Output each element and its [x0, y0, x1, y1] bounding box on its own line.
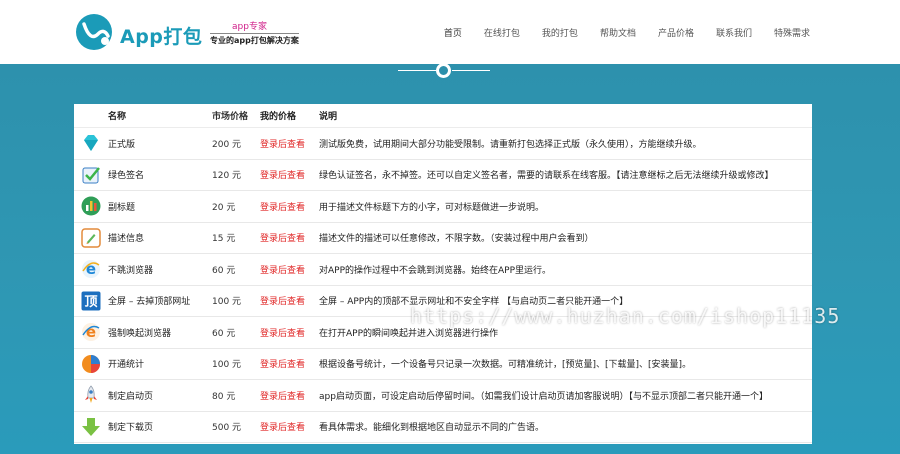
browser-launch-icon: e [82, 323, 100, 342]
row-name: 全屏 – 去掉顶部网址 [108, 297, 191, 308]
checkmark-icon [82, 166, 100, 184]
row-name: 制定下载页 [108, 423, 154, 434]
row-name: 绿色签名 [108, 171, 145, 182]
nav-home[interactable]: 首页 [444, 26, 462, 39]
row-price: 60 元 [212, 328, 236, 339]
svg-text:e: e [86, 323, 96, 341]
nav-special[interactable]: 特殊需求 [774, 26, 810, 39]
login-to-view-link[interactable]: 登录后查看 [260, 357, 319, 370]
row-description: 测试版免费，试用期间大部分功能受限制。请重新打包选择正式版（永久使用），方能继续… [319, 139, 702, 150]
main-nav: 首页 在线打包 我的打包 帮助文档 产品价格 联系我们 特殊需求 [422, 26, 810, 39]
row-description: 描述文件的描述可以任意修改，不限字数。（安装过程中用户会看到） [319, 234, 594, 245]
login-to-view-link[interactable]: 登录后查看 [260, 389, 319, 402]
table-header: 名称 市场价格 我的价格 说明 [74, 104, 812, 128]
pencil-icon [81, 228, 101, 248]
login-to-view-link[interactable]: 登录后查看 [260, 200, 319, 213]
table-row: 制定启动页 80 元 登录后查看 app启动页面，可设定启动后停留时间。（如需我… [74, 380, 812, 412]
chart-icon [81, 196, 101, 216]
nav-pricing[interactable]: 产品价格 [658, 26, 694, 39]
pricing-table: 名称 市场价格 我的价格 说明 正式版 200 元 登录后查看 测试版免费，试用… [74, 104, 812, 444]
login-to-view-link[interactable]: 登录后查看 [260, 168, 319, 181]
row-price: 60 元 [212, 265, 236, 276]
table-row: 描述信息 15 元 登录后查看 描述文件的描述可以任意修改，不限字数。（安装过程… [74, 223, 812, 254]
header-name: 名称 [108, 112, 127, 122]
row-price: 100 元 [212, 297, 242, 308]
table-row: 正式版 200 元 登录后查看 测试版免费，试用期间大部分功能受限制。请重新打包… [74, 128, 812, 160]
row-name: 强制唤起浏览器 [108, 328, 172, 339]
table-row: 制定下载页 500 元 登录后查看 看具体需求。能细化到根据地区自动显示不同的广… [74, 412, 812, 443]
row-description: 根据设备号统计，一个设备号只记录一次数据。可精准统计，[预览量]、[下载量]、[… [319, 360, 692, 371]
row-price: 80 元 [212, 391, 236, 402]
row-description: 绿色认证签名，永不掉签。还可以自定义签名者，需要的请联系在线客服。【请注意继标之… [319, 171, 774, 182]
title-circle-icon [436, 63, 451, 78]
download-arrow-icon [82, 417, 100, 436]
tagline-top: app专家 [232, 22, 267, 32]
title-divider-right [452, 70, 490, 71]
row-price: 20 元 [212, 202, 236, 213]
svg-text:顶: 顶 [84, 295, 97, 310]
nav-contact[interactable]: 联系我们 [716, 26, 752, 39]
row-price: 500 元 [212, 423, 242, 434]
row-name: 不跳浏览器 [108, 265, 154, 276]
row-name: 正式版 [108, 139, 136, 150]
nav-online-pack[interactable]: 在线打包 [484, 26, 520, 39]
top-badge-icon: 顶 [81, 291, 101, 311]
row-name: 描述信息 [108, 234, 145, 245]
watermark: https://www.huzhan.com/ishop11135 [410, 304, 841, 328]
row-description: app启动页面，可设定启动后停留时间。（如需我们设计启动页请加客服说明）【与不显… [319, 391, 768, 402]
row-description: 看具体需求。能细化到根据地区自动显示不同的广告语。 [319, 423, 545, 434]
row-name: 副标题 [108, 202, 136, 213]
login-to-view-link[interactable]: 登录后查看 [260, 420, 319, 433]
table-row: e 不跳浏览器 60 元 登录后查看 对APP的操作过程中不会跳到浏览器。始终在… [74, 254, 812, 286]
section-title: IOS产品报价 [418, 45, 482, 58]
header-description: 说明 [319, 112, 338, 122]
header-my-price: 我的价格 [260, 112, 297, 122]
browser-ie-icon: e [82, 260, 100, 279]
rocket-icon [85, 385, 97, 404]
table-row: 副标题 20 元 登录后查看 用于描述文件标题下方的小字，可对标题做进一步说明。 [74, 191, 812, 223]
row-name: 开通统计 [108, 360, 145, 371]
diamond-icon [84, 135, 98, 152]
table-row: 绿色签名 120 元 登录后查看 绿色认证签名，永不掉签。还可以自定义签名者，需… [74, 160, 812, 191]
row-name: 制定启动页 [108, 391, 154, 402]
row-description: 对APP的操作过程中不会跳到浏览器。始终在APP里运行。 [319, 265, 552, 276]
table-row: 开通统计 100 元 登录后查看 根据设备号统计，一个设备号只记录一次数据。可精… [74, 349, 812, 380]
login-to-view-link[interactable]: 登录后查看 [260, 137, 319, 150]
title-divider-left [398, 70, 436, 71]
row-price: 15 元 [212, 234, 236, 245]
row-price: 100 元 [212, 360, 242, 371]
nav-my-packs[interactable]: 我的打包 [542, 26, 578, 39]
pie-chart-icon [82, 354, 100, 373]
login-to-view-link[interactable]: 登录后查看 [260, 326, 319, 339]
row-description: 用于描述文件标题下方的小字，可对标题做进一步说明。 [319, 202, 545, 213]
login-to-view-link[interactable]: 登录后查看 [260, 263, 319, 276]
nav-help-docs[interactable]: 帮助文档 [600, 26, 636, 39]
login-to-view-link[interactable]: 登录后查看 [260, 294, 319, 307]
login-to-view-link[interactable]: 登录后查看 [260, 231, 319, 244]
row-price: 200 元 [212, 139, 242, 150]
row-price: 120 元 [212, 171, 242, 182]
header-price: 市场价格 [212, 112, 249, 122]
